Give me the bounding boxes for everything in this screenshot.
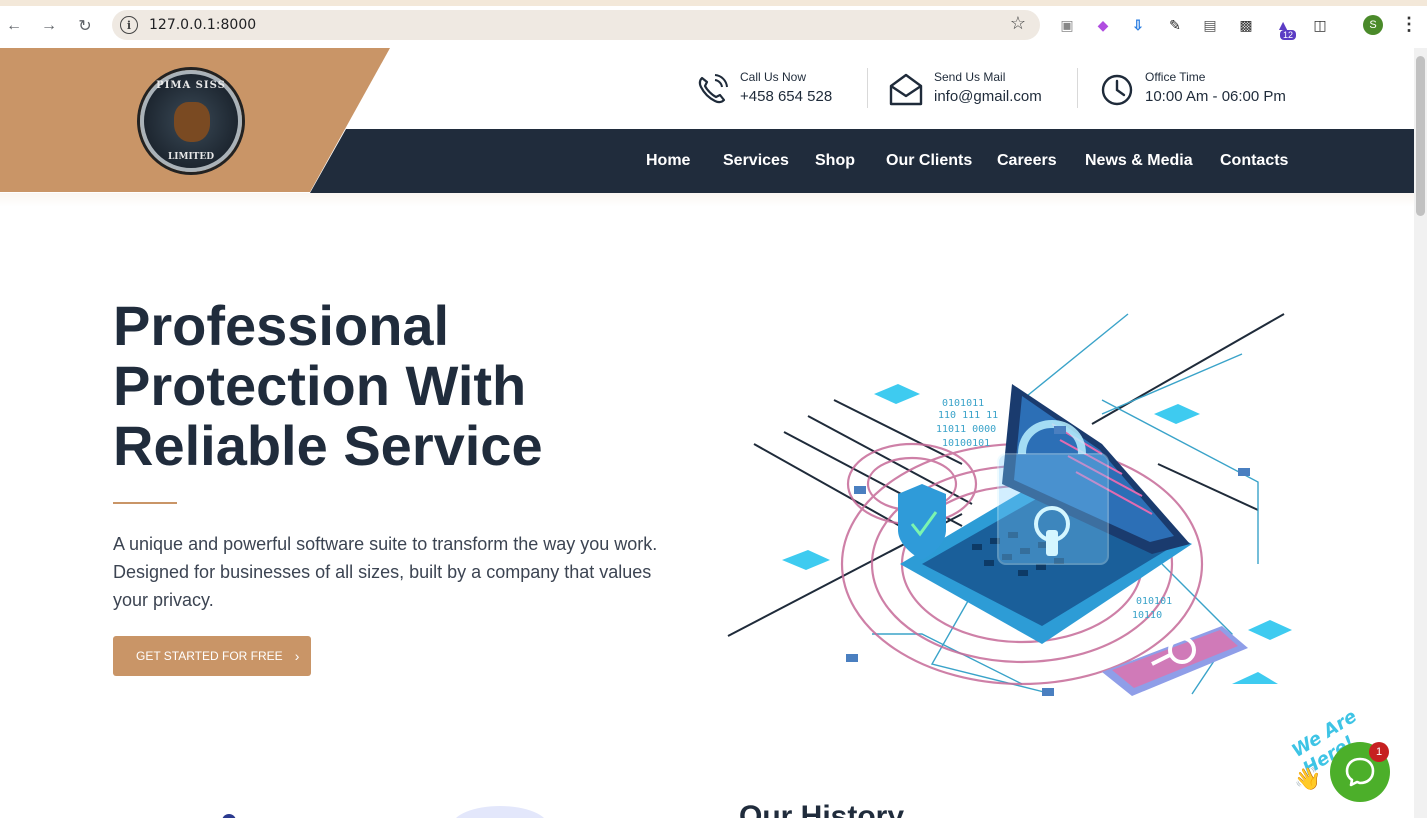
call-us-block[interactable]: Call Us Now +458 654 528 (694, 70, 832, 108)
site-logo[interactable]: PIMA SISS LIMITED (140, 70, 242, 172)
svg-text:10110: 10110 (1132, 610, 1162, 621)
back-icon[interactable]: ← (2, 14, 26, 38)
chevron-right-icon: › (294, 648, 300, 664)
hero-accent-rule (113, 502, 177, 504)
notes-extension-icon[interactable]: ▤ (1201, 16, 1219, 34)
phone-icon (698, 74, 728, 104)
svg-text:0101011: 0101011 (942, 398, 984, 409)
svg-text:11011 0000: 11011 0000 (936, 424, 996, 435)
download-extension-icon[interactable]: ⇩ (1129, 16, 1147, 34)
nav-item-services[interactable]: Services (723, 152, 789, 170)
hero-title: Professional Protection With Reliable Se… (113, 296, 673, 476)
address-bar[interactable]: i 127.0.0.1:8000 ☆ (112, 10, 1040, 40)
call-value[interactable]: +458 654 528 (740, 88, 832, 105)
section-title-history: Our History (739, 800, 905, 818)
nav-item-news-media[interactable]: News & Media (1085, 152, 1193, 170)
extension-badge: 12 (1280, 30, 1297, 40)
send-mail-block[interactable]: Send Us Mail info@gmail.com (888, 70, 1042, 108)
chat-bubble-icon (1345, 757, 1375, 787)
address-url[interactable]: 127.0.0.1:8000 (149, 17, 256, 33)
nav-item-contacts[interactable]: Contacts (1220, 152, 1288, 170)
nav-item-careers[interactable]: Careers (997, 152, 1057, 170)
logo-text-top: PIMA SISS (156, 80, 226, 91)
mail-label: Send Us Mail (934, 70, 1006, 84)
svg-text:10100101: 10100101 (942, 438, 990, 449)
clock-icon (1101, 74, 1133, 106)
decorative-dot (222, 814, 236, 818)
browser-menu-icon[interactable]: ⋮ (1400, 14, 1418, 35)
bookmark-star-icon[interactable]: ☆ (1010, 13, 1026, 34)
office-time-block: Office Time 10:00 Am - 06:00 Pm (1099, 70, 1286, 108)
header-shadow (0, 193, 1414, 207)
header-divider (1077, 68, 1078, 108)
nav-item-home[interactable]: Home (646, 152, 690, 170)
time-value: 10:00 Am - 06:00 Pm (1145, 88, 1286, 105)
eyedropper-extension-icon[interactable]: ✎ (1166, 16, 1184, 34)
time-label: Office Time (1145, 70, 1206, 84)
hero-title-line: Protection With (113, 354, 527, 417)
camera-extension-icon[interactable]: ▣ (1058, 16, 1076, 34)
site-info-icon[interactable]: i (120, 16, 138, 34)
hero-description: A unique and powerful software suite to … (113, 534, 658, 610)
page-scrollbar[interactable] (1414, 48, 1427, 818)
browser-toolbar: ← → ↻ i 127.0.0.1:8000 ☆ ▣ ◆ ⇩ ✎ ▤ ▩ ▲ 1… (0, 6, 1427, 44)
page-viewport: PIMA SISS LIMITED Call Us Now +458 654 5… (0, 48, 1414, 818)
chat-unread-badge: 1 (1369, 742, 1389, 762)
picture-in-picture-icon[interactable]: ▩ (1237, 16, 1255, 34)
waving-hand-icon: 👋 (1294, 766, 1322, 791)
get-started-button[interactable]: GET STARTED FOR FREE › (113, 636, 311, 676)
mail-value[interactable]: info@gmail.com (934, 88, 1042, 105)
hero-title-line: Professional (113, 294, 450, 357)
dog-emblem-icon (174, 102, 210, 142)
pen-extension-icon[interactable]: ◆ (1094, 16, 1112, 34)
hero-title-line: Reliable Service (113, 414, 543, 477)
reload-icon[interactable]: ↻ (73, 14, 97, 38)
mail-icon (889, 73, 923, 106)
svg-text:110 111 11: 110 111 11 (938, 410, 998, 421)
forward-icon[interactable]: → (37, 14, 61, 38)
call-label: Call Us Now (740, 70, 807, 84)
svg-text:010101: 010101 (1136, 596, 1172, 607)
decorative-blob (452, 806, 548, 818)
scrollbar-thumb[interactable] (1416, 56, 1425, 216)
logo-text-bottom: LIMITED (167, 152, 215, 162)
security-laptop-illustration: 0101011 110 111 11 11011 0000 10100101 0… (727, 313, 1292, 696)
get-started-label: GET STARTED FOR FREE (136, 649, 283, 663)
nav-item-shop[interactable]: Shop (815, 152, 855, 170)
extensions-puzzle-icon[interactable]: ◫ (1311, 16, 1329, 34)
header-divider (867, 68, 868, 108)
nav-item-our-clients[interactable]: Our Clients (886, 152, 972, 170)
profile-avatar[interactable]: S (1363, 15, 1383, 35)
